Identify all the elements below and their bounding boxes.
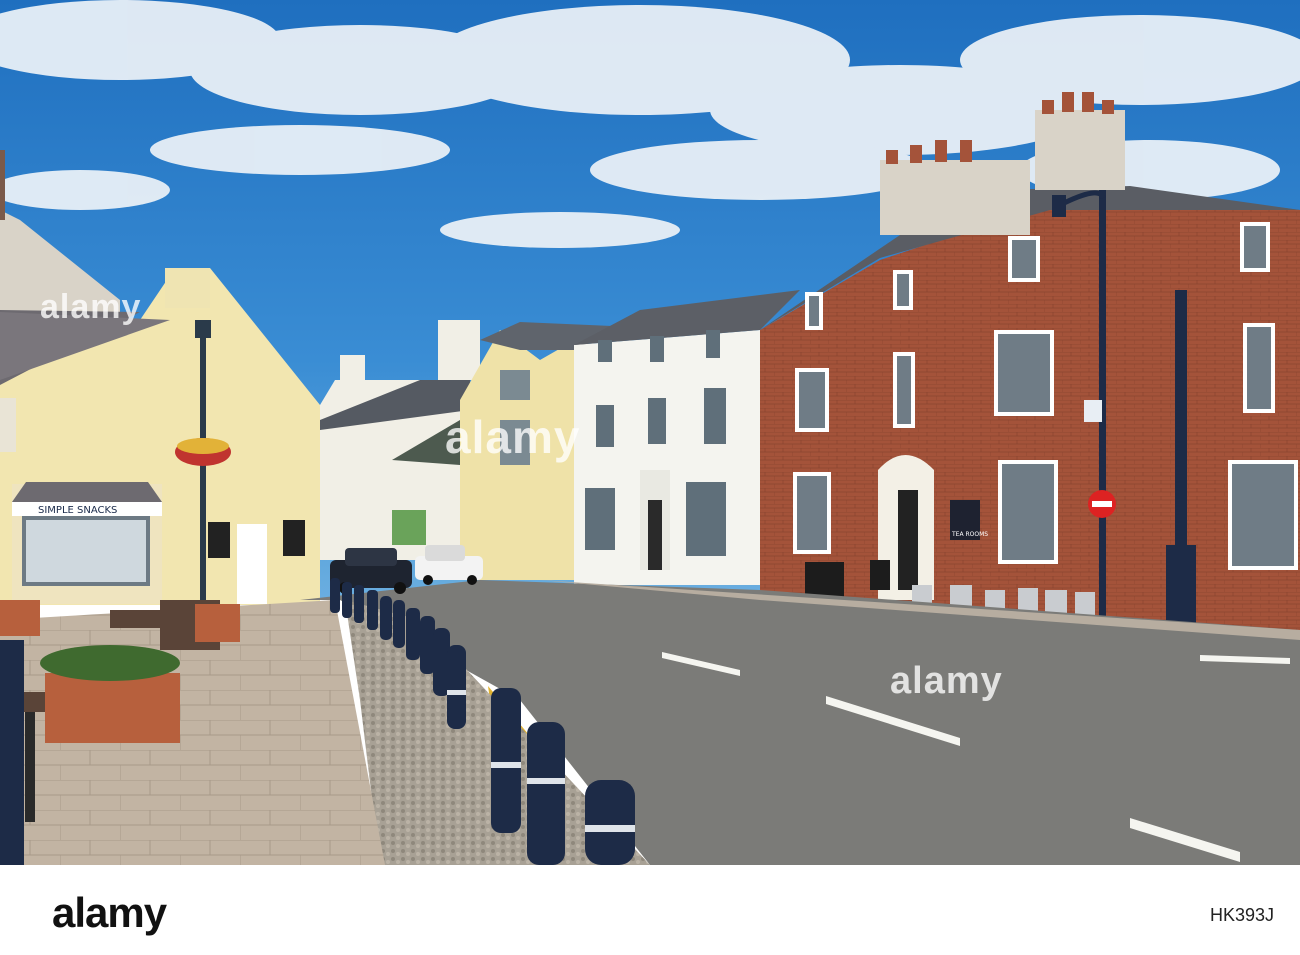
watermark-center: alamy (445, 411, 581, 463)
chimney-left (880, 160, 1030, 235)
watermark-right: alamy (890, 660, 1003, 702)
planter-3 (195, 604, 240, 642)
image-id: HK393J (1209, 905, 1274, 925)
footer-bar: alamy HK393J (0, 865, 1300, 955)
bin (0, 640, 24, 865)
street-photo: SIMPLE SNACKS TEA ROOMS alamy alamy alam… (0, 0, 1300, 865)
chimney-right (1035, 110, 1125, 190)
planter-2 (0, 600, 40, 636)
alamy-logo[interactable]: alamy (52, 889, 167, 937)
shop-sign: SIMPLE SNACKS (38, 505, 117, 516)
planter-1 (45, 673, 180, 743)
watermark-left: alamy (40, 288, 142, 326)
tea-room-sign: TEA ROOMS (951, 531, 988, 538)
